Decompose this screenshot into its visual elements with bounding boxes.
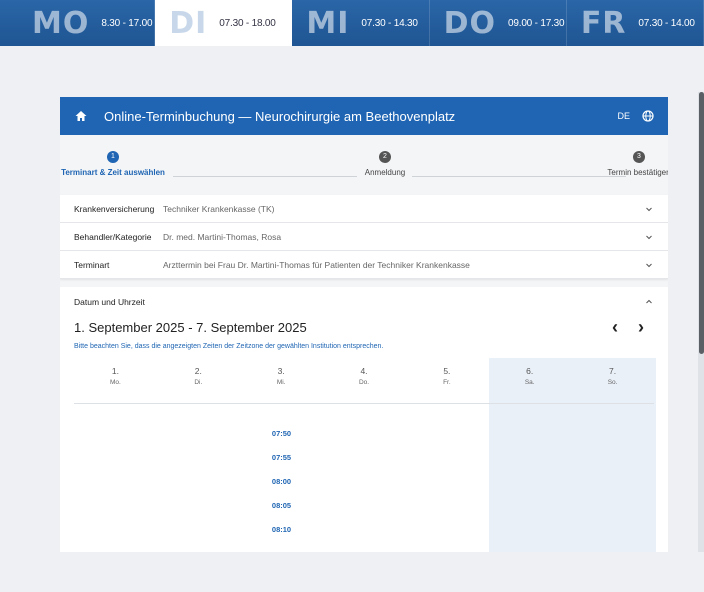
next-week-button[interactable]: › (628, 317, 654, 338)
day-column: 5. Fr. (405, 358, 488, 386)
day-number: 7. (609, 366, 617, 376)
weekday: Di. (194, 379, 203, 386)
step-label: Anmeldung (364, 168, 406, 177)
home-icon[interactable] (74, 109, 88, 123)
day-number: 2. (194, 366, 202, 376)
time-slot[interactable]: 08:05 (240, 494, 323, 518)
time-slot[interactable]: 07:50 (240, 422, 323, 446)
day-number: 3. (277, 366, 285, 376)
day-column: 1. Mo. (74, 358, 157, 386)
step-3: 3 Termin bestätigen (604, 151, 668, 177)
day-hours: 07.30 - 14.30 (361, 17, 418, 29)
time-slot[interactable]: 08:10 (240, 518, 323, 542)
day-number: 5. (443, 366, 451, 376)
appointment-type-select[interactable]: Terminart Arzttermin bei Frau Dr. Martin… (60, 251, 668, 279)
progress-stepper: 1 Terminart & Zeit auswählen 2 Anmeldung… (60, 135, 668, 195)
section-label: Datum und Uhrzeit (74, 297, 145, 307)
day-hours: 07.30 - 18.00 (219, 17, 276, 29)
weekday: Do. (358, 379, 370, 386)
opening-hours-bar: MO 8.30 - 17.00 DI 07.30 - 18.00 MI 07.3… (0, 0, 704, 46)
weekday: Mi. (276, 379, 286, 386)
widget-header: Online-Terminbuchung — Neurochirurgie am… (60, 97, 668, 135)
hours-monday: MO 8.30 - 17.00 (18, 0, 156, 46)
day-abbr: MO (32, 5, 90, 41)
hours-tuesday: DI 07.30 - 18.00 (155, 0, 293, 46)
day-hours: 07.30 - 14.00 (638, 17, 695, 29)
day-number: 1. (111, 366, 119, 376)
step-connector (173, 176, 357, 177)
weekday: So. (607, 379, 618, 386)
step-number: 2 (379, 151, 391, 163)
day-number: 6. (526, 366, 534, 376)
step-number: 1 (107, 151, 119, 163)
day-abbr: DI (169, 5, 208, 41)
field-value: Dr. med. Martini-Thomas, Rosa (163, 231, 282, 242)
day-column: 2. Di. (157, 358, 240, 386)
time-slots-wednesday: 07:50 07:55 08:00 08:05 08:10 (240, 422, 323, 542)
chevron-down-icon[interactable] (644, 260, 654, 270)
day-abbr: DO (443, 5, 497, 41)
weekend-highlight (489, 358, 656, 552)
day-columns: 1. Mo. 2. Di. 3. Mi. 4. Do. 5. Fr. 6. Sa. 7. So… (74, 358, 654, 386)
insurance-select[interactable]: Krankenversicherung Techniker Krankenkas… (60, 195, 668, 223)
practitioner-select[interactable]: Behandler/Kategorie Dr. med. Martini-Tho… (60, 223, 668, 251)
step-label: Terminart & Zeit auswählen (61, 168, 165, 177)
hours-thursday: DO 09.00 - 17.30 (430, 0, 567, 46)
chevron-down-icon[interactable] (644, 204, 654, 214)
day-column: 7. So. (571, 358, 654, 386)
hours-wednesday: MI 07.30 - 14.30 (292, 0, 430, 46)
chevron-up-icon[interactable] (644, 297, 654, 307)
week-range: 1. September 2025 - 7. September 2025 (74, 319, 307, 335)
step-label: Termin bestätigen (607, 168, 668, 177)
field-label: Behandler/Kategorie (74, 231, 152, 242)
day-number: 4. (360, 366, 368, 376)
timezone-note: Bitte beachten Sie, dass die angezeigten… (74, 343, 384, 350)
time-slot[interactable]: 07:55 (240, 446, 323, 470)
field-label: Krankenversicherung (74, 203, 155, 214)
day-column: 4. Do. (323, 358, 406, 386)
day-column: 6. Sa. (488, 358, 571, 386)
hours-friday: FR 07.30 - 14.00 (567, 0, 704, 46)
date-time-section: Datum und Uhrzeit 1. September 2025 - 7.… (60, 287, 668, 552)
selection-card: Krankenversicherung Techniker Krankenkas… (60, 195, 668, 279)
day-column: 3. Mi. (240, 358, 323, 386)
calendar-divider (74, 403, 654, 404)
weekday: Fr. (443, 379, 451, 386)
field-label: Terminart (74, 259, 110, 270)
day-abbr: FR (580, 5, 627, 41)
page-title: Online-Terminbuchung — Neurochirurgie am… (104, 108, 456, 124)
weekday: Sa. (524, 379, 535, 386)
time-slot[interactable]: 08:00 (240, 470, 323, 494)
weekday: Mo. (110, 379, 121, 386)
step-1: 1 Terminart & Zeit auswählen (60, 151, 166, 177)
step-connector (412, 176, 626, 177)
previous-week-button[interactable]: ‹ (602, 317, 628, 338)
language-selector[interactable]: DE (617, 111, 630, 121)
day-abbr: MI (306, 5, 350, 41)
step-number: 3 (633, 151, 645, 163)
scrollbar-thumb[interactable] (699, 92, 704, 354)
date-section-header[interactable]: Datum und Uhrzeit (74, 287, 654, 317)
chevron-down-icon[interactable] (644, 232, 654, 242)
week-navigation: 1. September 2025 - 7. September 2025 ‹ … (74, 317, 654, 337)
day-hours: 09.00 - 17.30 (508, 17, 565, 29)
globe-icon[interactable] (642, 110, 654, 122)
day-hours: 8.30 - 17.00 (101, 17, 153, 29)
booking-widget: Online-Terminbuchung — Neurochirurgie am… (60, 97, 668, 552)
field-value: Techniker Krankenkasse (TK) (163, 203, 275, 214)
step-2: 2 Anmeldung (350, 151, 420, 177)
field-value: Arzttermin bei Frau Dr. Martini-Thomas f… (163, 259, 470, 270)
week-calendar: 1. Mo. 2. Di. 3. Mi. 4. Do. 5. Fr. 6. Sa. 7. So… (74, 358, 656, 552)
